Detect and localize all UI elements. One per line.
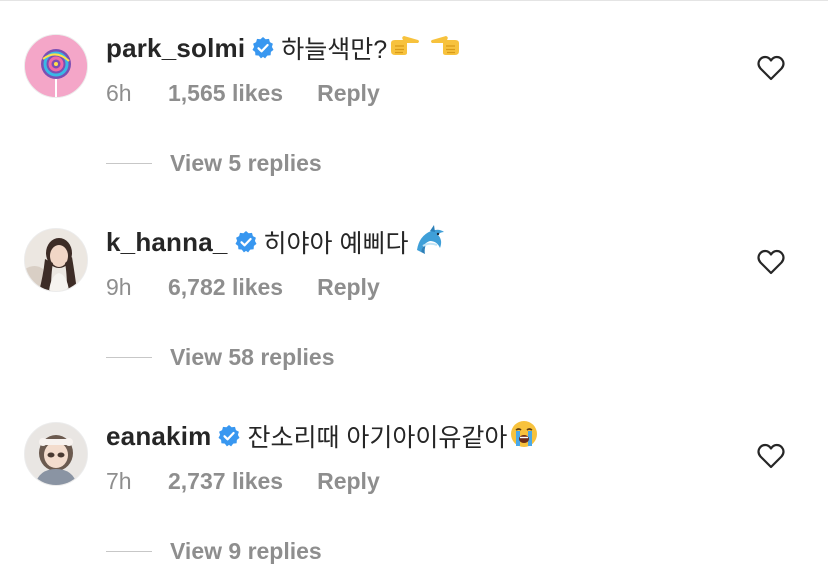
photo-avatar-icon <box>25 423 87 485</box>
avatar[interactable] <box>24 228 88 292</box>
like-heart-icon[interactable] <box>757 443 785 469</box>
comment-meta: 7h 2,737 likes Reply <box>106 468 380 495</box>
lollipop-avatar-icon <box>25 35 87 97</box>
like-heart-icon[interactable] <box>757 55 785 81</box>
comment-meta: 9h 6,782 likes Reply <box>106 274 380 301</box>
comment-header: eanakim 잔소리때 아기아이유같아 <box>106 418 539 454</box>
replies-divider <box>106 163 152 164</box>
comment-header: k_hanna_ 히야아 예삐다 <box>106 224 447 260</box>
comment-time: 6h <box>106 80 132 106</box>
comment-item: park_solmi 하늘색만? 6h 1,565 likes Reply Vi… <box>0 0 828 194</box>
username-link[interactable]: park_solmi <box>106 33 245 64</box>
view-replies-label: View 58 replies <box>170 344 335 370</box>
comment-meta: 6h 1,565 likes Reply <box>106 80 380 107</box>
comment-item: k_hanna_ 히야아 예삐다 9h 6,782 likes Reply Vi… <box>0 194 828 388</box>
reply-button[interactable]: Reply <box>317 80 380 107</box>
username-link[interactable]: k_hanna_ <box>106 227 228 258</box>
pointing-right-emoji-icon <box>389 34 421 63</box>
comment-item: eanakim 잔소리때 아기아이유같아 7h 2,737 likes Repl… <box>0 388 828 582</box>
loudly-crying-face-emoji-icon <box>509 419 539 454</box>
comment-time: 9h <box>106 274 132 300</box>
likes-count[interactable]: 1,565 likes <box>168 80 283 107</box>
pointing-left-emoji-icon <box>429 34 461 63</box>
likes-count[interactable]: 2,737 likes <box>168 468 283 495</box>
avatar[interactable] <box>24 422 88 486</box>
comment-time: 7h <box>106 468 132 494</box>
replies-divider <box>106 551 152 552</box>
view-replies-label: View 9 replies <box>170 538 322 564</box>
view-replies-button[interactable]: View 9 replies <box>106 538 322 565</box>
view-replies-button[interactable]: View 58 replies <box>106 344 335 371</box>
reply-button[interactable]: Reply <box>317 468 380 495</box>
comment-text: 히야아 예삐다 <box>263 230 409 258</box>
comment-text: 잔소리때 아기아이유같아 <box>247 424 508 452</box>
like-heart-icon[interactable] <box>757 249 785 275</box>
dolphin-emoji-icon <box>413 224 447 261</box>
verified-badge-icon <box>234 230 258 254</box>
view-replies-label: View 5 replies <box>170 150 322 176</box>
reply-button[interactable]: Reply <box>317 274 380 301</box>
verified-badge-icon <box>251 36 275 60</box>
comment-header: park_solmi 하늘색만? <box>106 30 461 66</box>
view-replies-button[interactable]: View 5 replies <box>106 150 322 177</box>
avatar[interactable] <box>24 34 88 98</box>
username-link[interactable]: eanakim <box>106 421 211 452</box>
comment-text: 하늘색만? <box>281 36 388 64</box>
replies-divider <box>106 357 152 358</box>
likes-count[interactable]: 6,782 likes <box>168 274 283 301</box>
photo-avatar-icon <box>25 229 87 291</box>
verified-badge-icon <box>217 424 241 448</box>
